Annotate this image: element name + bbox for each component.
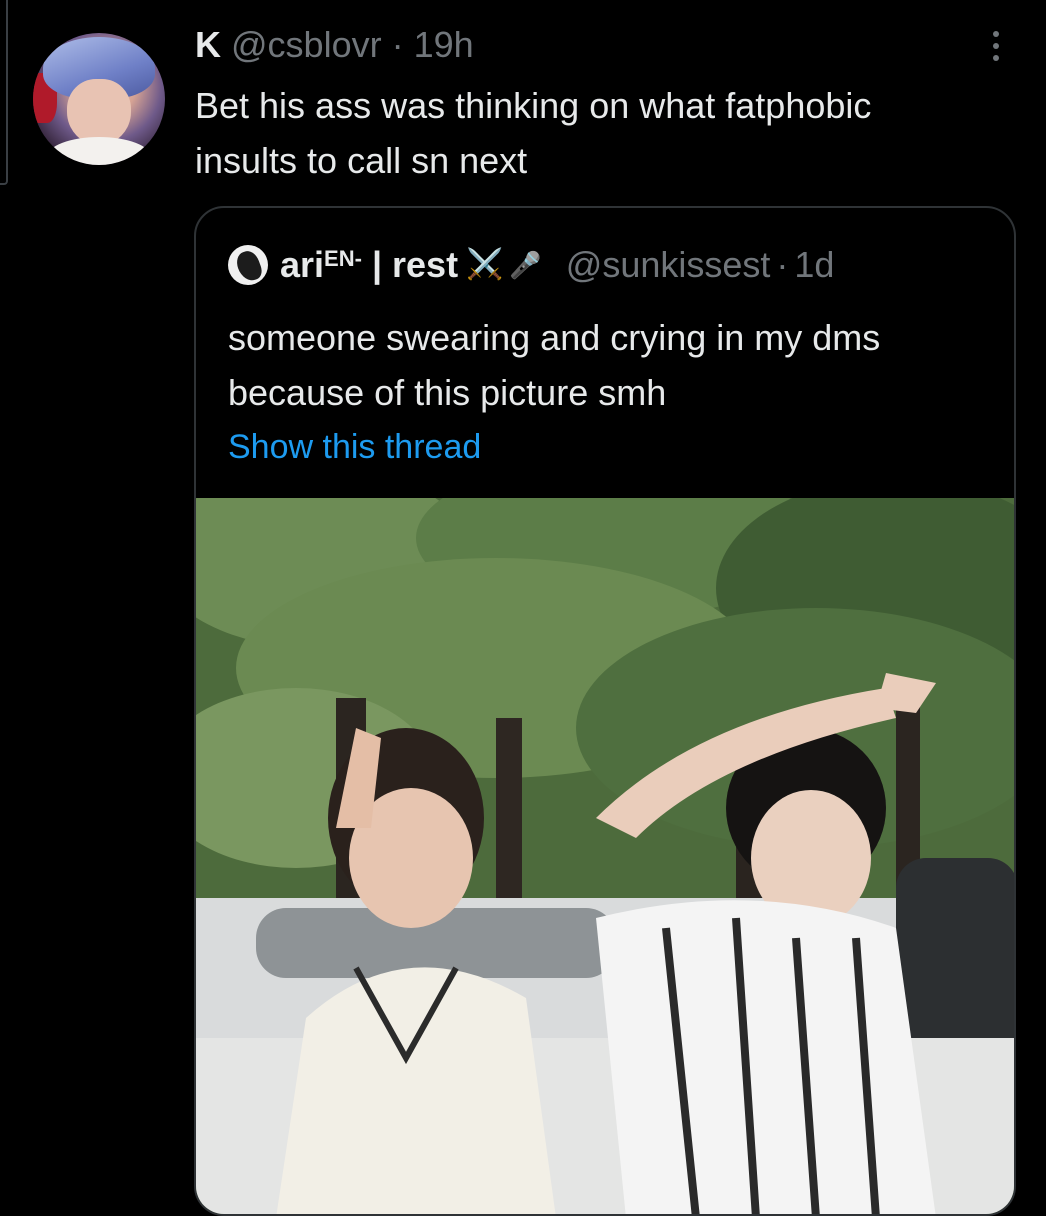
quoted-tweet-timestamp: 1d xyxy=(794,244,835,285)
separator-dot: · xyxy=(391,24,404,65)
avatar[interactable] xyxy=(33,33,165,165)
microphone-icon: 🎤 xyxy=(509,250,542,280)
photo-illustration xyxy=(196,498,1014,1214)
user-handle[interactable]: @csblovr xyxy=(231,24,382,65)
quoted-tweet-photo[interactable] xyxy=(196,498,1014,1214)
display-name[interactable]: K xyxy=(195,24,221,65)
tweet-header: K @csblovr · 19h xyxy=(195,22,474,68)
quoted-avatar xyxy=(228,245,268,285)
separator-dot: · xyxy=(776,244,789,285)
quoted-display-name: ariEN- | rest xyxy=(280,244,459,285)
show-thread-link[interactable]: Show this thread xyxy=(228,428,481,467)
crossed-swords-icon: ⚔️ xyxy=(466,248,504,281)
quoted-user-handle: @sunkissest xyxy=(565,244,771,285)
quoted-tweet-card[interactable]: ariEN- | rest ⚔️ 🎤 @sunkissest · 1d some… xyxy=(194,206,1016,1216)
tweet-timestamp[interactable]: 19h xyxy=(414,24,474,65)
tweet-text: Bet his ass was thinking on what fatphob… xyxy=(195,85,872,181)
quoted-tweet-text: someone swearing and crying in my dms be… xyxy=(228,317,881,413)
quoted-tweet-header: ariEN- | rest ⚔️ 🎤 @sunkissest · 1d xyxy=(228,242,834,288)
thread-connector-line xyxy=(0,0,8,185)
more-options-icon[interactable] xyxy=(976,24,1016,68)
